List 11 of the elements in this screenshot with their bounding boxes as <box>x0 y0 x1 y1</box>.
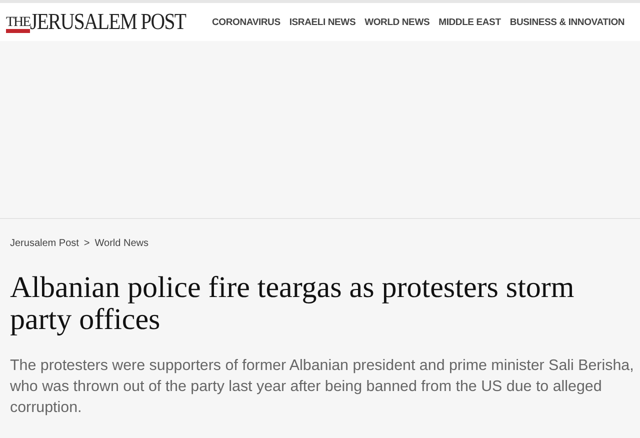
nav-link[interactable]: MIDDLE EAST <box>438 16 501 28</box>
nav-link[interactable]: CORONAVIRUS <box>212 16 280 28</box>
nav-link[interactable]: BUSINESS & INNOVATION <box>510 16 625 28</box>
nav-link[interactable]: ISRAELI NEWS <box>289 16 356 28</box>
breadcrumb-link[interactable]: World News <box>94 238 148 248</box>
breadcrumb-separator: > <box>84 238 90 248</box>
article-summary: The protesters were supporters of former Albanian president and prime minister Sali Berisha, who was thrown out of the party last year after being banned from the US due to alleged corruption. <box>10 356 635 418</box>
site-logo[interactable]: THEJERUSALEM POST <box>6 11 202 33</box>
article-headline: Albanian police fire teargas as protesters storm party offices <box>10 272 576 336</box>
breadcrumb-link[interactable]: Jerusalem Post <box>10 238 79 248</box>
nav-link[interactable]: WORLD NEWS <box>364 16 430 28</box>
